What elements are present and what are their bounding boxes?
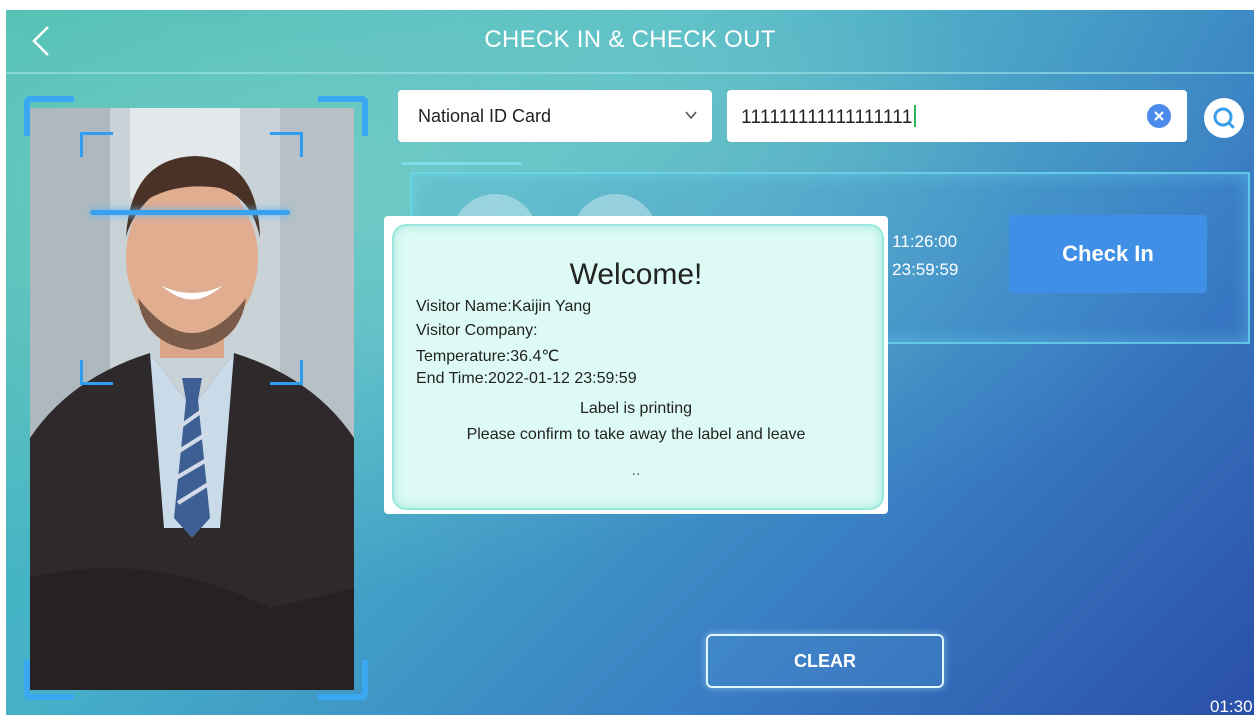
search-icon (1213, 107, 1235, 129)
card-decoration (402, 162, 522, 165)
search-button[interactable] (1204, 98, 1244, 138)
record-end-time: 2 23:59:59 (878, 260, 959, 279)
text-caret (913, 105, 916, 127)
face-frame-corner (270, 132, 303, 157)
camera-feed (30, 108, 354, 690)
face-frame-corner (80, 360, 113, 385)
title-bar: CHECK IN & CHECK OUT (6, 10, 1254, 74)
face-frame-corner (80, 132, 113, 157)
clear-button[interactable]: CLEAR (706, 634, 944, 688)
id-type-select[interactable]: National ID Card (398, 90, 712, 142)
id-number-text: 111111111111111111 (741, 105, 916, 129)
dialog-title: Welcome! (569, 258, 703, 291)
id-number-input[interactable]: 111111111111111111 (727, 90, 1187, 142)
chevron-down-icon (685, 111, 697, 120)
check-in-button[interactable]: Check In (1009, 215, 1207, 293)
record-start-time: 2 11:26:00 (878, 232, 958, 251)
id-number-value: 111111111111111111 (741, 107, 913, 128)
progress-dots: .. (631, 462, 641, 479)
close-icon (1154, 111, 1164, 121)
face-scan-line (90, 210, 290, 215)
app-screen: CHECK IN & CHECK OUT National ID Card 11… (6, 10, 1254, 715)
countdown-timer: 01:30 (1210, 697, 1253, 715)
clear-input-button[interactable] (1147, 104, 1171, 128)
face-frame-corner (270, 360, 303, 385)
page-title: CHECK IN & CHECK OUT (484, 26, 776, 53)
welcome-dialog: Welcome! Visitor Name:Kaijin Yang Visito… (384, 216, 888, 514)
visitor-temperature: Temperature:36.4℃ (416, 348, 560, 365)
visitor-end-time: End Time:2022-01-12 23:59:59 (416, 370, 637, 387)
visitor-photo (30, 108, 354, 690)
id-type-value: National ID Card (418, 106, 552, 126)
print-instruction: Please confirm to take away the label an… (466, 426, 806, 443)
visitor-company: Visitor Company: (416, 322, 538, 339)
visitor-name: Visitor Name:Kaijin Yang (416, 298, 592, 315)
print-status: Label is printing (579, 400, 693, 417)
